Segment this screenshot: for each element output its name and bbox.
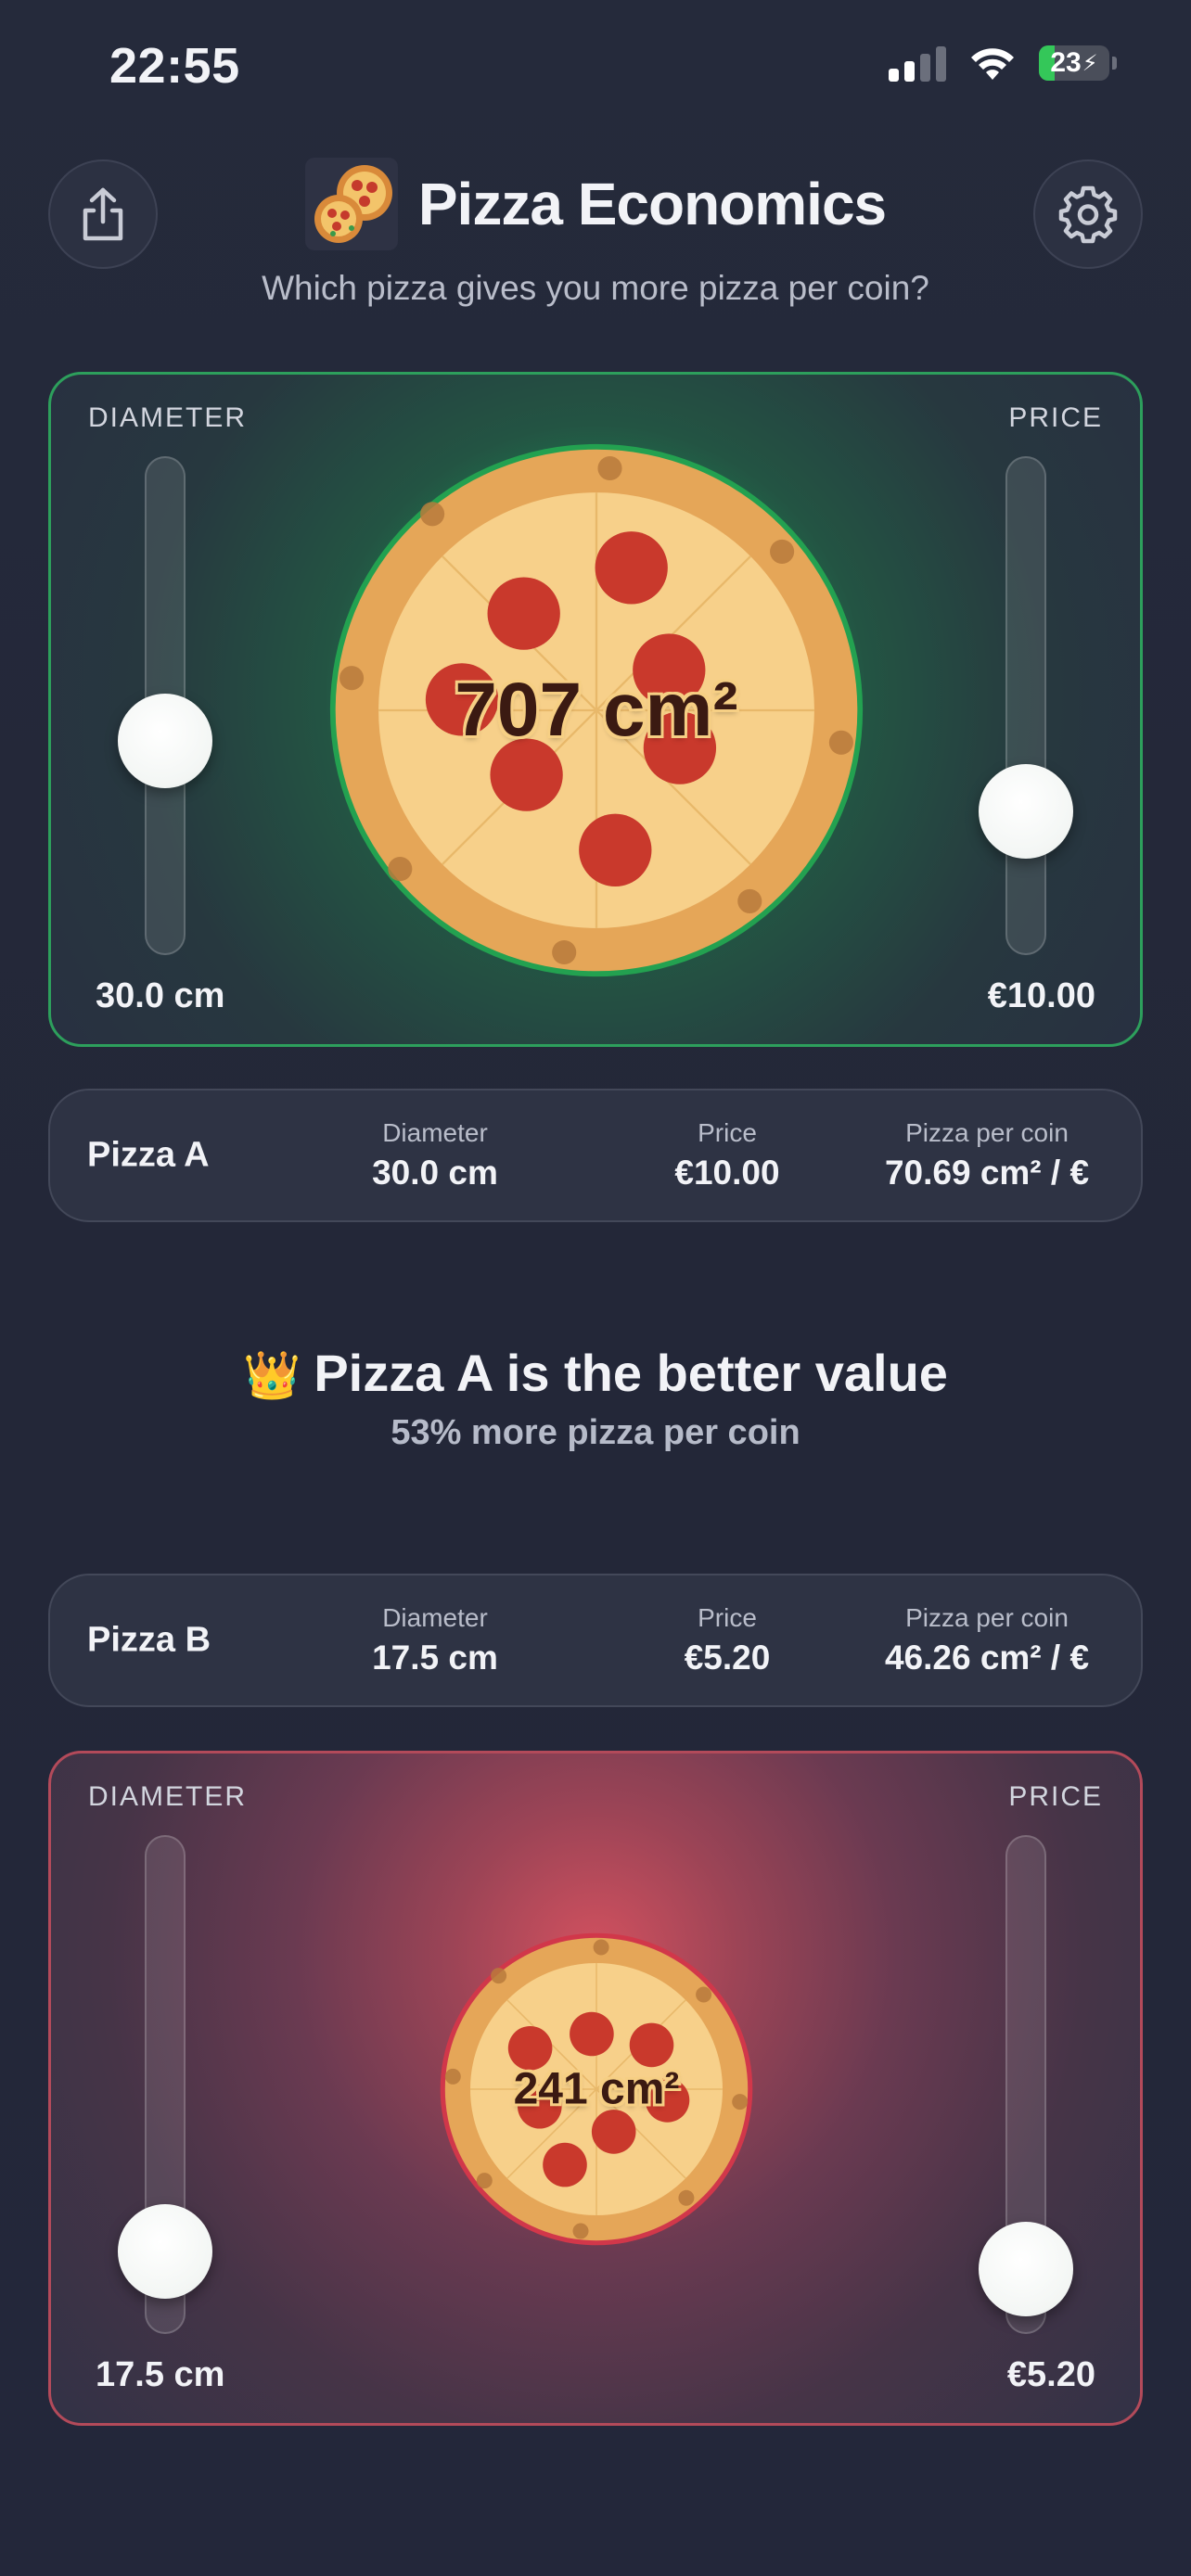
- price-label: PRICE: [1008, 402, 1103, 433]
- verdict-subtitle: 53% more pizza per coin: [391, 1413, 800, 1452]
- status-time: 22:55: [109, 38, 240, 94]
- stat-value: €10.00: [674, 1154, 780, 1192]
- screen: 22:55 23 ⚡ Pizza Economics Which pizza g…: [0, 0, 1191, 2576]
- pizza-a-area: 707 cm²: [455, 668, 738, 752]
- app-subtitle: Which pizza gives you more pizza per coi…: [262, 269, 929, 307]
- verdict-text: Pizza A is the better value: [314, 1344, 948, 1402]
- pizza-b-name: Pizza B: [87, 1620, 211, 1660]
- stat-value: 30.0 cm: [372, 1154, 498, 1192]
- pizza-b-price-slider[interactable]: [979, 1835, 1073, 2334]
- slider-thumb[interactable]: [118, 693, 212, 788]
- pizza-b-stats: Pizza B Diameter 17.5 cm Price €5.20 Piz…: [48, 1574, 1143, 1707]
- diameter-label: DIAMETER: [88, 1781, 248, 1812]
- stat-pizza-per-coin: Pizza per coin 70.69 cm² / €: [848, 1118, 1126, 1192]
- pizza-a-diameter-value: 30.0 cm: [96, 976, 225, 1015]
- stat-label: Diameter: [382, 1118, 488, 1147]
- stat-price: Price €10.00: [607, 1118, 848, 1192]
- battery-level: 23: [1050, 47, 1082, 78]
- app-title: Pizza Economics: [417, 171, 887, 237]
- stat-label: Price: [698, 1603, 757, 1632]
- pizza-b-diameter-slider[interactable]: [118, 1835, 212, 2334]
- cellular-signal-icon: [889, 45, 946, 82]
- pizza-a-price-value: €10.00: [987, 976, 1095, 1015]
- pizza-a-stats: Pizza A Diameter 30.0 cm Price €10.00 Pi…: [48, 1089, 1143, 1222]
- stat-value: 17.5 cm: [372, 1639, 498, 1677]
- pizza-a-illustration: 707 cm²: [327, 441, 865, 979]
- stat-label: Pizza per coin: [905, 1118, 1069, 1147]
- stat-pizza-per-coin: Pizza per coin 46.26 cm² / €: [848, 1603, 1126, 1677]
- pizza-b-card: DIAMETER PRICE 241 cm² 17.5 cm €5.20: [48, 1751, 1143, 2426]
- price-label: PRICE: [1008, 1781, 1103, 1812]
- slider-thumb[interactable]: [979, 763, 1073, 859]
- charging-bolt-icon: ⚡: [1082, 50, 1098, 76]
- pizza-a-name: Pizza A: [87, 1135, 210, 1175]
- wifi-icon: [971, 48, 1014, 80]
- slider-thumb[interactable]: [979, 2222, 1073, 2317]
- pizza-b-area: 241 cm²: [513, 2064, 680, 2114]
- stat-label: Diameter: [382, 1603, 488, 1632]
- verdict-title: 👑 Pizza A is the better value: [0, 1343, 1191, 1403]
- stat-value: €5.20: [684, 1639, 771, 1677]
- stat-label: Pizza per coin: [905, 1603, 1069, 1632]
- app-header: Pizza Economics: [0, 158, 1191, 250]
- pizza-a-price-slider[interactable]: [979, 456, 1073, 955]
- stat-value: 70.69 cm² / €: [884, 1154, 1090, 1192]
- pizza-b-illustration: 241 cm²: [439, 1932, 754, 2247]
- stat-label: Price: [698, 1118, 757, 1147]
- slider-thumb[interactable]: [118, 2204, 212, 2300]
- pizza-b-diameter-value: 17.5 cm: [96, 2355, 225, 2394]
- battery-icon: 23 ⚡: [1039, 45, 1117, 81]
- pizza-logo-icon: [304, 158, 398, 250]
- pizza-b-price-value: €5.20: [1006, 2355, 1095, 2394]
- crown-icon: 👑: [243, 1349, 301, 1401]
- gear-icon: [1058, 185, 1118, 244]
- stat-diameter: Diameter 17.5 cm: [319, 1603, 551, 1677]
- pizza-a-card: DIAMETER PRICE 707 cm² 30.0 cm €10.00: [48, 372, 1143, 1047]
- status-icons: 23 ⚡: [889, 45, 1117, 82]
- stat-price: Price €5.20: [607, 1603, 848, 1677]
- settings-button[interactable]: [1033, 159, 1143, 269]
- pizza-a-diameter-slider[interactable]: [118, 456, 212, 955]
- stat-diameter: Diameter 30.0 cm: [319, 1118, 551, 1192]
- stat-value: 46.26 cm² / €: [884, 1639, 1090, 1677]
- diameter-label: DIAMETER: [88, 402, 248, 433]
